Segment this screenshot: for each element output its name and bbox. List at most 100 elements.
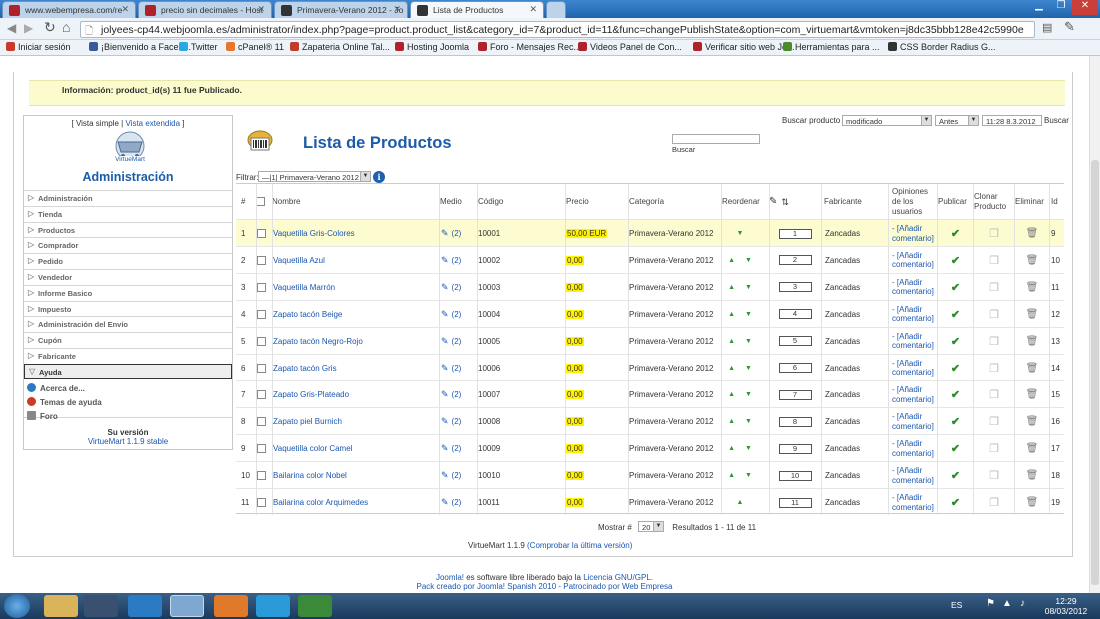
browser-tab-3[interactable]: Primavera-Verano 2012 - Jo ✕ bbox=[274, 1, 408, 18]
publish-cell[interactable]: ✔ bbox=[938, 328, 973, 355]
product-name-cell[interactable]: Zapato Gris-Plateado bbox=[273, 381, 433, 408]
reorder-arrows-icon[interactable]: ▲▼ bbox=[728, 365, 762, 372]
add-review-link[interactable]: - [Añadir comentario] bbox=[892, 412, 937, 431]
clone-cell[interactable]: ❐ bbox=[974, 220, 1014, 247]
row-checkbox-cell[interactable] bbox=[257, 408, 271, 435]
clone-cell[interactable]: ❐ bbox=[974, 408, 1014, 435]
row-checkbox-cell[interactable] bbox=[257, 220, 271, 247]
product-name-link[interactable]: Zapato tacón Gris bbox=[273, 364, 337, 373]
product-name-link[interactable]: Zapato tacón Negro-Rojo bbox=[273, 337, 363, 346]
order-cell[interactable]: 9 bbox=[770, 435, 820, 462]
order-cell[interactable]: 4 bbox=[770, 301, 820, 328]
row-checkbox[interactable] bbox=[257, 390, 266, 400]
bookmark-item[interactable]: Verificar sitio web Jo... bbox=[693, 42, 795, 52]
clone-cell[interactable]: ❐ bbox=[974, 462, 1014, 489]
add-review-link[interactable]: - [Añadir comentario] bbox=[892, 385, 937, 404]
order-input[interactable]: 7 bbox=[778, 389, 812, 400]
media-icon[interactable]: ✎ bbox=[441, 416, 449, 427]
row-checkbox-cell[interactable] bbox=[257, 489, 271, 516]
published-check-icon[interactable]: ✔ bbox=[951, 281, 960, 294]
product-name-cell[interactable]: Zapato tacón Gris bbox=[273, 355, 433, 382]
col-header-price[interactable]: Precio bbox=[566, 184, 626, 219]
media-icon[interactable]: ✎ bbox=[441, 470, 449, 481]
row-checkbox-cell[interactable] bbox=[257, 381, 271, 408]
add-review-link[interactable]: - [Añadir comentario] bbox=[892, 251, 937, 270]
help-subitem[interactable]: Temas de ayuda bbox=[27, 396, 102, 407]
address-bar[interactable]: 🗋 jolyees-cp44.webjoomla.es/administrator… bbox=[80, 21, 1035, 38]
row-checkbox[interactable] bbox=[257, 336, 266, 346]
clone-icon[interactable]: ❐ bbox=[989, 335, 999, 348]
col-header-name[interactable]: Nombre bbox=[272, 184, 432, 219]
product-name-cell[interactable]: Zapato tacón Negro-Rojo bbox=[273, 328, 433, 355]
bookmark-item[interactable]: Hosting Joomla bbox=[395, 42, 469, 52]
media-count[interactable]: (2) bbox=[452, 256, 462, 265]
delete-cell[interactable]: 🗑 bbox=[1015, 462, 1049, 489]
modified-filter-select[interactable]: modificado ▼ bbox=[842, 115, 932, 126]
media-icon[interactable]: ✎ bbox=[441, 363, 449, 374]
product-name-cell[interactable]: Vaquetilla Gris-Colores bbox=[273, 220, 433, 247]
media-icon[interactable]: ✎ bbox=[441, 389, 449, 400]
reorder-arrows-icon[interactable]: ▼ bbox=[737, 230, 754, 237]
reviews-cell[interactable]: - [Añadir comentario] bbox=[892, 462, 937, 489]
row-checkbox-cell[interactable] bbox=[257, 274, 271, 301]
search-input[interactable] bbox=[672, 134, 760, 144]
sidebar-menu-item[interactable]: ▷ Tienda bbox=[24, 205, 232, 221]
version-link[interactable]: VirtueMart 1.1.9 stable bbox=[88, 437, 168, 446]
product-name-link[interactable]: Zapato piel Burnich bbox=[273, 417, 342, 426]
media-count[interactable]: (2) bbox=[452, 498, 462, 507]
maximize-icon[interactable]: ❐ bbox=[1050, 0, 1072, 15]
row-checkbox[interactable] bbox=[257, 363, 266, 373]
row-checkbox[interactable] bbox=[257, 417, 266, 427]
media-icon[interactable]: ✎ bbox=[441, 336, 449, 347]
clone-icon[interactable]: ❐ bbox=[989, 442, 999, 455]
sidebar-menu-item[interactable]: ▷ Comprador bbox=[24, 237, 232, 253]
publish-cell[interactable]: ✔ bbox=[938, 408, 973, 435]
order-input[interactable]: 4 bbox=[778, 309, 812, 320]
clone-cell[interactable]: ❐ bbox=[974, 274, 1014, 301]
ie-taskbar-icon[interactable] bbox=[128, 595, 162, 617]
sidebar-menu-item[interactable]: ▷ Productos bbox=[24, 221, 232, 237]
row-checkbox[interactable] bbox=[257, 255, 266, 265]
select-all-checkbox[interactable] bbox=[256, 197, 265, 206]
search-product-button[interactable]: Buscar bbox=[1044, 116, 1069, 125]
sidebar-menu-item[interactable]: ▷ Administración bbox=[24, 190, 232, 205]
delete-cell[interactable]: 🗑 bbox=[1015, 489, 1049, 516]
back-icon[interactable]: ◀ bbox=[7, 21, 16, 35]
media-count[interactable]: (2) bbox=[452, 444, 462, 453]
clone-cell[interactable]: ❐ bbox=[974, 247, 1014, 274]
close-tab-icon[interactable]: ✕ bbox=[257, 4, 265, 15]
order-cell[interactable]: 7 bbox=[770, 381, 820, 408]
published-check-icon[interactable]: ✔ bbox=[951, 362, 960, 375]
reviews-cell[interactable]: - [Añadir comentario] bbox=[892, 328, 937, 355]
taskbar-clock[interactable]: 12:29 08/03/2012 bbox=[1036, 596, 1096, 616]
bookmark-item[interactable]: cPanel® 11 bbox=[226, 42, 284, 52]
sidebar-menu-item[interactable]: ▷ Administración del Envío bbox=[24, 316, 232, 332]
clone-icon[interactable]: ❐ bbox=[989, 308, 999, 321]
order-cell[interactable]: 3 bbox=[770, 274, 820, 301]
new-tab-button[interactable] bbox=[546, 1, 566, 18]
reviews-cell[interactable]: - [Añadir comentario] bbox=[892, 408, 937, 435]
published-check-icon[interactable]: ✔ bbox=[951, 469, 960, 482]
publish-cell[interactable]: ✔ bbox=[938, 381, 973, 408]
reorder-arrows-icon[interactable]: ▲ bbox=[737, 499, 754, 506]
trash-icon[interactable]: 🗑 bbox=[1026, 309, 1039, 320]
clone-cell[interactable]: ❐ bbox=[974, 301, 1014, 328]
delete-cell[interactable]: 🗑 bbox=[1015, 220, 1049, 247]
publish-cell[interactable]: ✔ bbox=[938, 489, 973, 516]
published-check-icon[interactable]: ✔ bbox=[951, 496, 960, 509]
delete-cell[interactable]: 🗑 bbox=[1015, 355, 1049, 382]
add-review-link[interactable]: - [Añadir comentario] bbox=[892, 466, 937, 485]
media-cell[interactable]: ✎ (2) bbox=[441, 462, 475, 489]
sidebar-menu-item[interactable]: ▷ Fabricante bbox=[24, 348, 232, 363]
row-checkbox-cell[interactable] bbox=[257, 355, 271, 382]
close-window-icon[interactable]: ✕ bbox=[1072, 0, 1098, 15]
media-cell[interactable]: ✎ (2) bbox=[441, 355, 475, 382]
clone-icon[interactable]: ❐ bbox=[989, 281, 999, 294]
published-check-icon[interactable]: ✔ bbox=[951, 335, 960, 348]
reviews-cell[interactable]: - [Añadir comentario] bbox=[892, 355, 937, 382]
media-cell[interactable]: ✎ (2) bbox=[441, 220, 475, 247]
col-header-code[interactable]: Código bbox=[478, 184, 558, 219]
order-cell[interactable]: 8 bbox=[770, 408, 820, 435]
order-input[interactable]: 9 bbox=[778, 443, 812, 454]
trash-icon[interactable]: 🗑 bbox=[1026, 416, 1039, 427]
